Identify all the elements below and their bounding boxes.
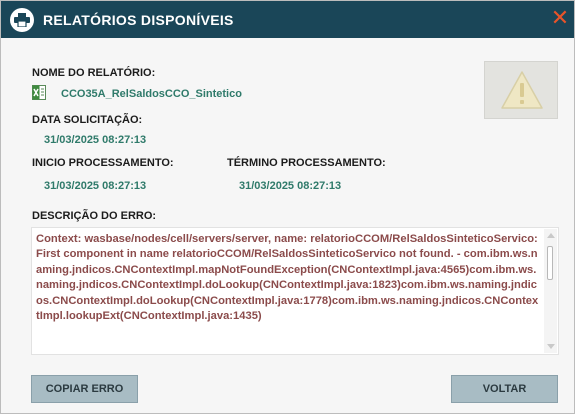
- warning-status-box: [484, 61, 558, 119]
- request-date-value: 31/03/2025 08:27:13: [44, 134, 147, 146]
- report-name-value[interactable]: CCO35A_RelSaldosCCO_Sintetico: [61, 88, 242, 100]
- start-processing-value: 31/03/2025 08:27:13: [44, 180, 147, 192]
- error-description-box[interactable]: Context: wasbase/nodes/cell/servers/serv…: [31, 227, 559, 355]
- scroll-up-icon[interactable]: [547, 233, 555, 238]
- error-description-label: DESCRIÇÃO DO ERRO:: [32, 210, 157, 222]
- dialog-title: RELATÓRIOS DISPONÍVEIS: [43, 12, 234, 28]
- scroll-down-icon[interactable]: [547, 344, 555, 349]
- end-processing-value: 31/03/2025 08:27:13: [239, 180, 342, 192]
- error-description-text: Context: wasbase/nodes/cell/servers/serv…: [36, 233, 539, 323]
- warning-icon: [501, 71, 543, 109]
- dialog-titlebar: RELATÓRIOS DISPONÍVEIS ✕: [1, 1, 574, 38]
- error-scrollbar[interactable]: [544, 229, 557, 353]
- report-name-label: NOME DO RELATÓRIO:: [32, 67, 156, 79]
- printer-icon: [10, 8, 34, 32]
- close-icon[interactable]: ✕: [550, 7, 570, 29]
- end-processing-label: TÉRMINO PROCESSAMENTO:: [227, 157, 386, 169]
- scroll-thumb[interactable]: [547, 246, 553, 280]
- back-button[interactable]: VOLTAR: [451, 375, 558, 403]
- excel-file-icon[interactable]: [32, 85, 46, 100]
- request-date-label: DATA SOLICITAÇÃO:: [32, 114, 143, 126]
- copy-error-button[interactable]: COPIAR ERRO: [31, 375, 138, 403]
- report-dialog: RELATÓRIOS DISPONÍVEIS ✕ NOME DO RELATÓR…: [0, 0, 575, 414]
- start-processing-label: INICIO PROCESSAMENTO:: [32, 157, 174, 169]
